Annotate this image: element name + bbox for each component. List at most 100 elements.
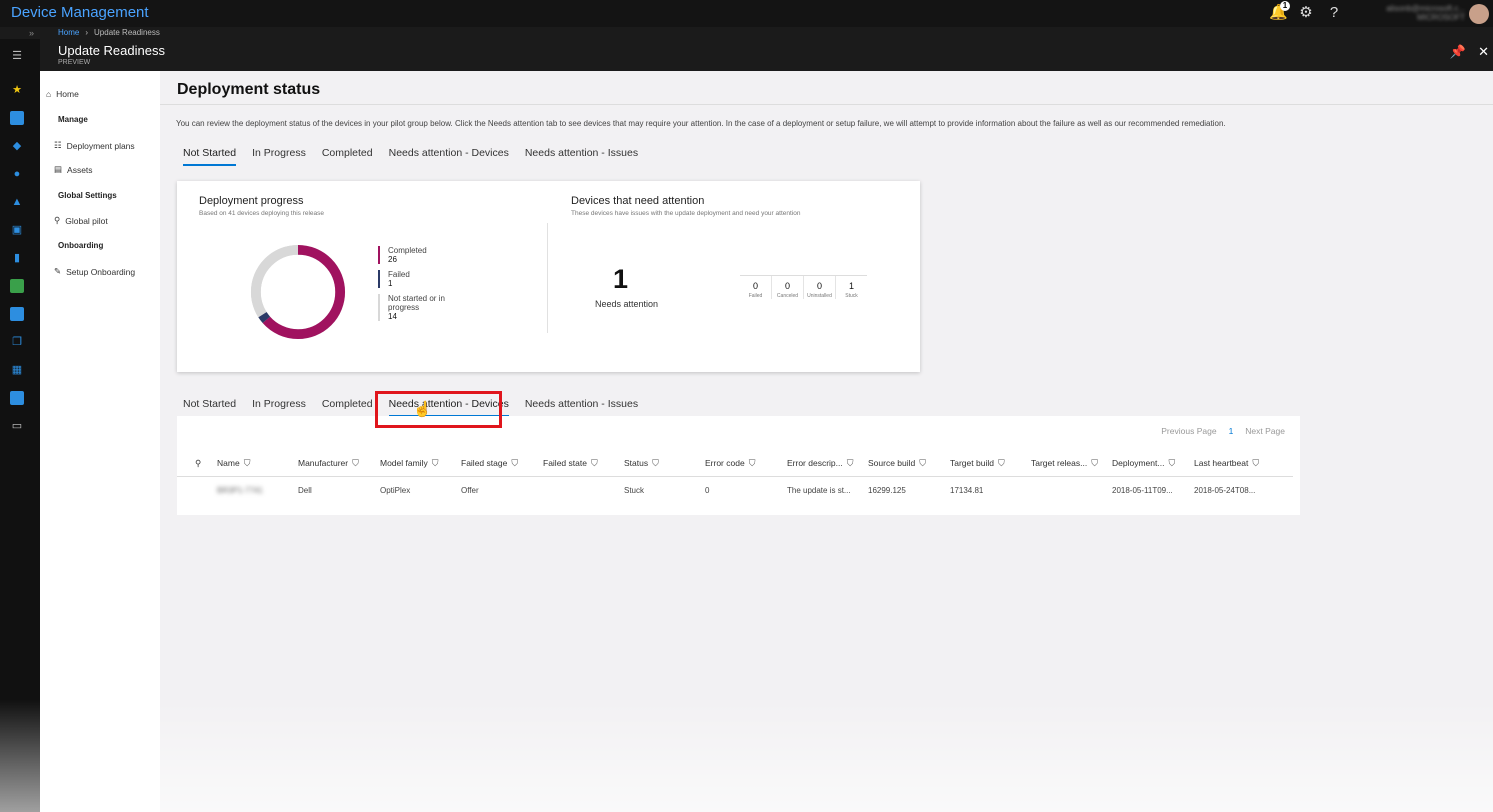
column-target-build[interactable]: Target build ⛉ [950, 458, 1005, 469]
legend-failed: Failed 1 [378, 270, 463, 288]
filter-icon[interactable]: ⛉ [1168, 458, 1175, 468]
filter-icon[interactable]: ⛉ [432, 458, 439, 468]
menu-icon[interactable]: ☰ [10, 49, 24, 63]
column-failed-state[interactable]: Failed state ⛉ [543, 458, 598, 469]
tab-in-progress[interactable]: In Progress [252, 147, 306, 163]
menu-item-label: Deployment plans [66, 140, 135, 151]
tab-completed[interactable]: Completed [322, 147, 373, 163]
previous-page-button[interactable]: Previous Page [1161, 426, 1216, 436]
filter-icon[interactable]: ⛉ [652, 458, 659, 468]
app-title[interactable]: Device Management [11, 4, 149, 21]
tab-not-started[interactable]: Not Started [183, 147, 237, 166]
metric-stuck[interactable]: 1 Stuck [836, 276, 867, 299]
legend-swatch [378, 294, 380, 321]
compliance-icon[interactable] [10, 307, 24, 321]
metric-canceled[interactable]: 0 Canceled [772, 276, 804, 299]
column-deployment[interactable]: Deployment... ⛉ [1112, 458, 1175, 469]
user-icon[interactable]: ▲ [10, 195, 24, 209]
metric-uninstalled[interactable]: 0 Uninstalled [804, 276, 836, 299]
menu-item-home[interactable]: ⌂ Home [46, 89, 79, 99]
tabs-top: Not Started In Progress Completed Needs … [183, 147, 638, 166]
column-error-code[interactable]: Error code ⛉ [705, 458, 755, 469]
filter-icon[interactable]: ⛉ [511, 458, 518, 468]
highlight-box [375, 391, 502, 428]
grid-icon[interactable]: ▦ [10, 363, 24, 377]
tab-needs-attention-issues[interactable]: Needs attention - Issues [525, 147, 638, 163]
column-target-release[interactable]: Target releas... ⛉ [1031, 458, 1098, 469]
pin-column-icon[interactable]: ⚲ [195, 458, 201, 469]
wrench-icon: ✎ [54, 266, 62, 276]
legend-value: 1 [388, 279, 393, 288]
filter-icon[interactable]: ⛉ [847, 458, 854, 468]
expand-icon[interactable]: » [29, 27, 34, 39]
home-icon: ⌂ [46, 89, 52, 99]
column-status[interactable]: Status ⛉ [624, 458, 659, 469]
filter-icon[interactable]: ⛉ [591, 458, 598, 468]
dashboard-icon[interactable] [10, 111, 24, 125]
devices-icon[interactable]: ▣ [10, 223, 24, 237]
tab-needs-attention-issues[interactable]: Needs attention - Issues [525, 398, 638, 414]
column-label: Model family [380, 458, 428, 468]
menu-item-assets[interactable]: ▤ Assets [54, 164, 93, 175]
attention-count[interactable]: 1 [613, 264, 628, 295]
next-page-button[interactable]: Next Page [1245, 426, 1285, 436]
blade-subtitle: PREVIEW [58, 59, 91, 66]
shield-icon[interactable] [10, 279, 24, 293]
search-icon[interactable]: ● [10, 167, 24, 181]
bell-icon[interactable]: 🔔 1 [1269, 1, 1290, 22]
tab-completed[interactable]: Completed [322, 398, 373, 414]
help-icon[interactable]: ? [1325, 4, 1343, 22]
book-icon[interactable]: ▭ [10, 419, 24, 433]
avatar[interactable] [1469, 4, 1489, 24]
gear-icon[interactable]: ⚙ [1297, 4, 1315, 22]
copy-icon[interactable]: ❐ [10, 335, 24, 349]
filter-icon[interactable]: ⛉ [244, 458, 251, 468]
filter-icon[interactable]: ⛉ [1252, 458, 1259, 468]
column-manufacturer[interactable]: Manufacturer ⛉ [298, 458, 359, 469]
legend-label: Failed [388, 270, 410, 279]
column-model-family[interactable]: Model family ⛉ [380, 458, 438, 469]
pin-icon[interactable]: 📌 [1450, 44, 1466, 60]
tab-in-progress[interactable]: In Progress [252, 398, 306, 414]
metric-failed[interactable]: 0 Failed [740, 276, 772, 299]
user-org: MICROSOFT [1417, 13, 1465, 22]
close-icon[interactable]: ✕ [1478, 44, 1489, 60]
user-info[interactable]: alisonb@microsoft.c... MICROSOFT [1355, 4, 1465, 22]
star-icon[interactable]: ★ [10, 83, 24, 97]
menu-header-global-settings: Global Settings [58, 191, 117, 200]
progress-legend: Completed 26 Failed 1 Not started or in … [378, 246, 463, 327]
tab-not-started[interactable]: Not Started [183, 398, 236, 414]
column-failed-stage[interactable]: Failed stage ⛉ [461, 458, 518, 469]
column-last-heartbeat[interactable]: Last heartbeat ⛉ [1194, 458, 1259, 469]
filter-icon[interactable]: ⛉ [352, 458, 359, 468]
filter-icon[interactable]: ⛉ [749, 458, 756, 468]
cell-error-code: 0 [705, 486, 710, 495]
tab-needs-attention-devices[interactable]: Needs attention - Devices [389, 147, 509, 163]
apps-icon[interactable]: ▮ [10, 251, 24, 265]
filter-icon[interactable]: ⛉ [1091, 458, 1098, 468]
column-label: Failed stage [461, 458, 508, 468]
list-icon: ☷ [54, 140, 62, 150]
diamond-icon[interactable]: ◆ [10, 139, 24, 153]
menu-item-setup-onboarding[interactable]: ✎ Setup Onboarding [54, 266, 135, 277]
breadcrumb-current: Update Readiness [94, 28, 160, 37]
filter-icon[interactable]: ⛉ [919, 458, 926, 468]
metric-value: 0 [752, 281, 758, 291]
table-header: ⚲ Name ⛉ Manufacturer ⛉ Model family ⛉ Fail… [177, 456, 1293, 477]
cell-name[interactable]: BR3P1-7741 [217, 486, 263, 495]
cell-model-family: OptiPlex [380, 486, 411, 495]
menu-item-deployment-plans[interactable]: ☷ Deployment plans [54, 140, 135, 151]
progress-donut [250, 244, 346, 340]
column-source-build[interactable]: Source build ⛉ [868, 458, 926, 469]
breadcrumb-home[interactable]: Home [58, 27, 79, 39]
update-icon[interactable] [10, 391, 24, 405]
column-label: Status [624, 458, 649, 468]
column-name[interactable]: Name ⛉ [217, 458, 250, 469]
blade-header: Update Readiness PREVIEW 📌 ✕ [40, 39, 1493, 71]
menu-header-manage: Manage [58, 115, 88, 124]
assets-icon: ▤ [54, 164, 63, 174]
column-error-description[interactable]: Error descrip... ⛉ [787, 458, 854, 469]
menu-item-global-pilot[interactable]: ⚲ Global pilot [54, 215, 108, 226]
menu-header-onboarding: Onboarding [58, 241, 104, 250]
filter-icon[interactable]: ⛉ [998, 458, 1005, 468]
